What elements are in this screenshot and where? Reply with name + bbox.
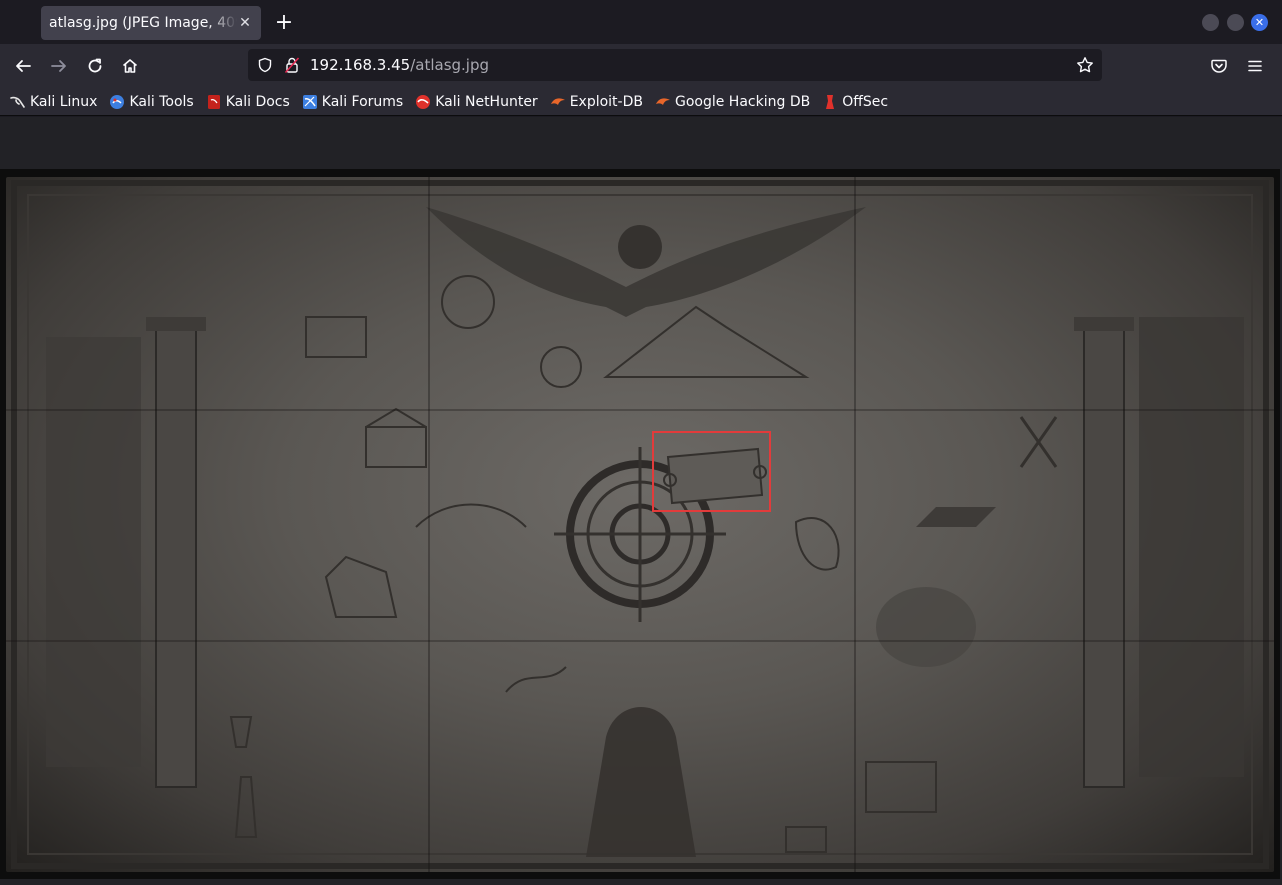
map-artwork — [11, 180, 1269, 869]
bookmark-label: Google Hacking DB — [674, 93, 811, 110]
pocket-icon — [1211, 59, 1227, 73]
exploit-db-icon — [550, 97, 565, 105]
bookmark-kali-docs[interactable]: Kali Docs — [206, 94, 290, 110]
url-path: /atlasg.jpg — [410, 56, 490, 74]
close-icon[interactable]: ✕ — [237, 15, 253, 31]
kali-tools-icon — [110, 94, 125, 109]
bookmark-kali-tools[interactable]: Kali Tools — [109, 93, 194, 110]
shield-icon[interactable] — [257, 57, 273, 73]
arrow-left-icon — [16, 60, 31, 72]
maximize-button[interactable] — [1227, 14, 1244, 31]
tab-atlasg[interactable]: atlasg.jpg (JPEG Image, 4096 × 2160 pixe… — [41, 6, 261, 40]
image-viewer[interactable] — [0, 169, 1280, 879]
url-host: 192.168.3.45 — [310, 56, 411, 74]
hamburger-menu-icon — [1248, 60, 1262, 72]
kali-docs-icon — [207, 94, 220, 109]
bookmarks-toolbar: Kali Linux Kali Tools Kali Docs Kali For… — [0, 88, 1282, 116]
insecure-lock-icon[interactable] — [284, 56, 300, 74]
url-text[interactable]: 192.168.3.45/atlasg.jpg — [310, 56, 489, 74]
home-icon — [122, 59, 138, 73]
bookmark-exploit-db[interactable]: Exploit-DB — [550, 94, 643, 110]
highlight-rectangle — [652, 431, 771, 512]
pocket-button[interactable] — [1207, 54, 1231, 78]
kali-forums-icon — [302, 94, 317, 109]
tab-title: atlasg.jpg (JPEG Image, 4096 × 2160 pixe… — [49, 15, 237, 31]
kali-linux-icon — [10, 96, 25, 108]
bookmark-label: Kali Forums — [321, 93, 404, 110]
forward-button[interactable] — [47, 54, 71, 78]
bookmark-kali-nethunter[interactable]: Kali NetHunter — [415, 93, 538, 110]
tab-strip: atlasg.jpg (JPEG Image, 4096 × 2160 pixe… — [0, 0, 1282, 44]
url-bar[interactable]: 192.168.3.45/atlasg.jpg — [248, 49, 1102, 81]
menu-button[interactable] — [1243, 54, 1267, 78]
navigation-toolbar: 192.168.3.45/atlasg.jpg — [0, 44, 1282, 88]
bookmark-offsec[interactable]: OffSec — [822, 94, 888, 110]
new-tab-button[interactable]: + — [272, 12, 296, 36]
arrow-right-icon — [51, 60, 66, 72]
offsec-icon — [826, 94, 835, 109]
bookmark-google-hacking-db[interactable]: Google Hacking DB — [655, 94, 810, 110]
ghdb-icon — [655, 97, 670, 105]
star-icon[interactable] — [1076, 56, 1094, 74]
home-button[interactable] — [118, 54, 142, 78]
bookmark-label: Kali NetHunter — [435, 93, 538, 110]
reload-button[interactable] — [83, 54, 107, 78]
reload-icon — [88, 58, 102, 73]
bookmark-label: Exploit-DB — [569, 93, 643, 110]
bookmark-kali-linux[interactable]: Kali Linux — [10, 94, 97, 110]
fold-line — [854, 177, 856, 872]
bookmark-label: Kali Linux — [30, 93, 98, 110]
bookmark-label: Kali Docs — [225, 93, 290, 110]
page-content — [0, 117, 1282, 885]
atlas-map-image[interactable] — [6, 177, 1274, 872]
bookmark-label: Kali Tools — [129, 93, 194, 110]
fold-line — [428, 177, 430, 872]
bookmark-kali-forums[interactable]: Kali Forums — [302, 94, 403, 110]
minimize-button[interactable] — [1202, 14, 1219, 31]
window-close-button[interactable]: ✕ — [1251, 14, 1268, 31]
fold-line — [6, 409, 1274, 411]
fold-line — [6, 640, 1274, 642]
bookmark-label: OffSec — [842, 93, 889, 110]
back-button[interactable] — [11, 54, 35, 78]
kali-nethunter-icon — [416, 94, 431, 109]
